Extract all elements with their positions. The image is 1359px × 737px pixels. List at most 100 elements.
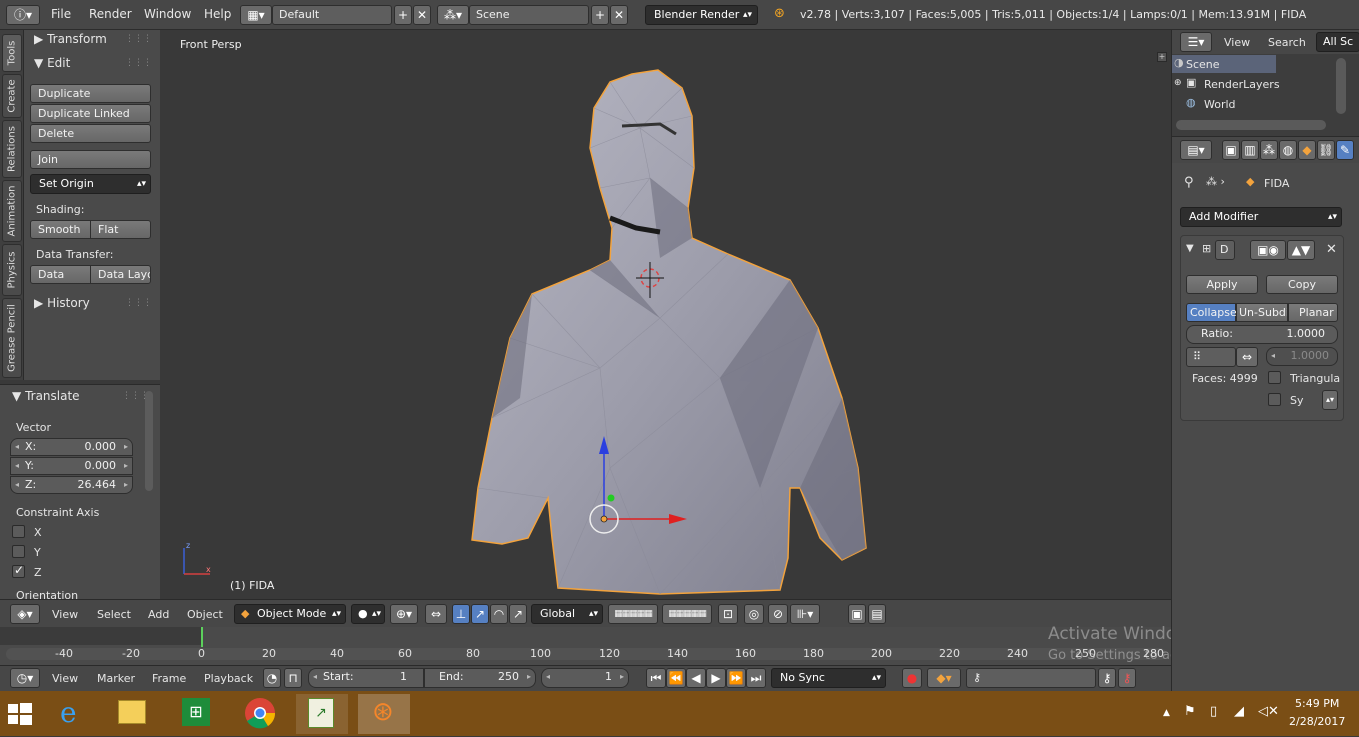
delete-keyframe-button[interactable]: ⚷ (1118, 668, 1136, 688)
menu-search[interactable]: Search (1268, 36, 1306, 49)
menu-select[interactable]: Select (97, 608, 131, 621)
tab-tools[interactable]: Tools (2, 34, 22, 72)
scene-name-field[interactable]: Scene (469, 5, 589, 25)
decimate-unsubdiv-tab[interactable]: Un-Subdiv (1236, 303, 1288, 322)
3d-cursor-icon[interactable] (636, 262, 664, 298)
vertex-group-factor-field[interactable]: ◂ 1.0000 (1266, 347, 1338, 366)
tab-animation[interactable]: Animation (2, 180, 22, 242)
editor-type-info-button[interactable]: ⓘ▾ (6, 5, 40, 25)
modifier-visibility-buttons[interactable]: ▣◉ (1250, 240, 1286, 260)
scene-tab[interactable]: ⁂ (1260, 140, 1278, 160)
object-tab[interactable]: ◆ (1298, 140, 1316, 160)
z-arrow-icon[interactable] (599, 436, 609, 454)
jump-end-button[interactable]: ⏭ (746, 668, 766, 688)
translate-panel-header[interactable]: ▼ Translate (12, 389, 80, 403)
constraint-z-checkbox[interactable]: ✓ (12, 563, 25, 578)
scene-browse-button[interactable]: ⁂▾ (437, 5, 469, 25)
proportional-edit-button[interactable]: ◎ (744, 604, 764, 624)
decimate-collapse-tab[interactable]: Collapse (1186, 303, 1237, 322)
add-scene-button[interactable]: + (591, 5, 609, 25)
play-reverse-button[interactable]: ◀ (686, 668, 706, 688)
clock-date[interactable]: 2/28/2017 (1289, 715, 1345, 728)
rotate-manipulator-button[interactable]: ◠ (490, 604, 508, 624)
keying-mode-select[interactable]: ◆▾ (927, 668, 961, 688)
tray-expand-icon[interactable]: ▲ (1163, 708, 1170, 718)
copy-modifier-button[interactable]: Copy (1266, 275, 1338, 294)
outliner-vscroll[interactable] (1336, 58, 1346, 114)
menu-object[interactable]: Object (187, 608, 223, 621)
set-origin-dropdown[interactable]: Set Origin ▴▾ (30, 174, 151, 194)
menu-view[interactable]: View (52, 608, 78, 621)
taskbar-internet-explorer[interactable]: e (46, 694, 98, 734)
panel-scrollbar[interactable] (145, 391, 153, 491)
taskbar-store[interactable]: ⊞ (170, 694, 222, 734)
add-modifier-dropdown[interactable]: Add Modifier ▴▾ (1180, 207, 1342, 227)
menu-window[interactable]: Window (144, 7, 191, 21)
modifiers-tab[interactable]: ✎ (1336, 140, 1354, 160)
opengl-render-button[interactable]: ▣ (848, 604, 866, 624)
start-button[interactable] (0, 694, 38, 734)
menu-view[interactable]: View (1224, 36, 1250, 49)
shade-flat-button[interactable]: Flat (90, 220, 151, 239)
remove-layout-button[interactable]: ✕ (413, 5, 431, 25)
snap-element-select[interactable]: ⊪▾ (790, 604, 820, 624)
drag-handle-icon[interactable]: ⋮⋮⋮ (125, 34, 152, 44)
data-layout-button[interactable]: Data Layo (90, 265, 151, 284)
expand-icon[interactable]: ⊕ (1174, 78, 1182, 88)
edit-panel-header[interactable]: ▼ Edit (34, 56, 70, 70)
layer-buttons-group-1[interactable]: ▦▦▦▦▦ (608, 604, 658, 624)
end-frame-field[interactable]: End: 250 ▸ (424, 668, 536, 688)
remove-modifier-icon[interactable]: ✕ (1326, 242, 1337, 257)
start-frame-field[interactable]: ◂ Start: 1 (308, 668, 424, 688)
invert-vertex-group-button[interactable]: ⇔ (1236, 347, 1258, 367)
duplicate-button[interactable]: Duplicate (30, 84, 151, 103)
menu-render[interactable]: Render (89, 7, 132, 21)
modifier-move-buttons[interactable]: ▲▼ (1287, 240, 1315, 260)
drag-handle-icon[interactable]: ⋮⋮⋮ (125, 298, 152, 308)
editor-type-timeline-button[interactable]: ◷▾ (10, 668, 40, 688)
world-tab[interactable]: ◍ (1279, 140, 1297, 160)
taskbar-file-explorer[interactable] (106, 694, 158, 734)
lock-time-button[interactable]: ⊓ (284, 668, 302, 688)
tab-grease-pencil[interactable]: Grease Pencil (2, 298, 22, 378)
outliner-item-scene[interactable]: ◑ Scene (1172, 55, 1276, 73)
tab-create[interactable]: Create (2, 74, 22, 118)
shade-smooth-button[interactable]: Smooth (30, 220, 91, 239)
vector-x-field[interactable]: ◂ X: 0.000 ▸ (10, 438, 133, 456)
vector-z-field[interactable]: ◂ Z: 26.464 ▸ (10, 476, 133, 494)
jump-start-button[interactable]: ⏮ (646, 668, 666, 688)
display-mode-select[interactable]: All Sc (1316, 32, 1359, 52)
lock-camera-button[interactable]: ⊡ (718, 604, 738, 624)
symmetry-axis-select[interactable]: ▴▾ (1322, 390, 1338, 410)
ratio-slider[interactable]: Ratio: 1.0000 (1186, 325, 1338, 344)
current-frame-indicator[interactable] (201, 627, 203, 647)
network-signal-icon[interactable]: ◢ (1234, 704, 1244, 719)
jump-keyframe-back-button[interactable]: ⏪ (666, 668, 686, 688)
manipulator-toggle-button[interactable]: ⇔ (425, 604, 447, 624)
duplicate-linked-button[interactable]: Duplicate Linked (30, 104, 151, 123)
viewport-shading-select[interactable]: ● ▴▾ (351, 604, 385, 624)
action-center-flag-icon[interactable]: ⚑ (1184, 704, 1196, 719)
transform-orientation-select[interactable]: Global ▴▾ (531, 604, 603, 624)
editor-type-properties-button[interactable]: ▤▾ (1180, 140, 1212, 160)
constraints-tab[interactable]: ⛓ (1317, 140, 1335, 160)
transform-manipulator[interactable] (585, 430, 725, 540)
triangulate-checkbox[interactable] (1268, 371, 1281, 384)
menu-help[interactable]: Help (204, 7, 231, 21)
translate-manipulator-button[interactable]: ⊥ (452, 604, 470, 624)
tab-physics[interactable]: Physics (2, 244, 22, 296)
x-arrow-icon[interactable] (669, 514, 687, 524)
render-tab[interactable]: ▣ (1222, 140, 1240, 160)
opengl-animation-button[interactable]: ▤ (868, 604, 886, 624)
move-manipulator-button[interactable]: ↗ (471, 604, 489, 624)
3d-viewport[interactable]: Front Persp (1) FIDA + z x (160, 30, 1171, 599)
current-frame-field[interactable]: ◂ 1 ▸ (541, 668, 629, 688)
apply-modifier-button[interactable]: Apply (1186, 275, 1258, 294)
clock-time[interactable]: 5:49 PM (1295, 697, 1339, 710)
expand-panel-icon[interactable]: + (1157, 52, 1167, 62)
menu-file[interactable]: File (51, 7, 71, 21)
pivot-point-select[interactable]: ⊕▾ (390, 604, 418, 624)
decimate-planar-tab[interactable]: Planar (1288, 303, 1338, 322)
render-engine-select[interactable]: Blender Render ▴▾ (645, 5, 758, 25)
volume-muted-icon[interactable]: ◁✕ (1258, 704, 1279, 719)
